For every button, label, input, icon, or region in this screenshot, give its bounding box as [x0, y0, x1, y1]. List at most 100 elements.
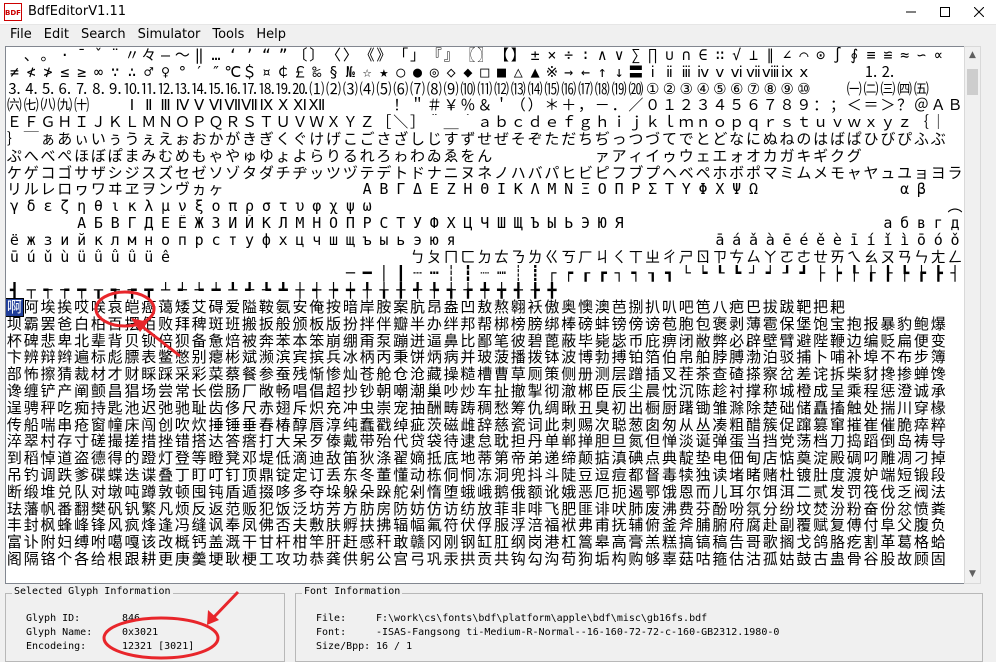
glyph-cell[interactable]: 苯: [275, 333, 292, 350]
glyph-cell[interactable]: [745, 198, 762, 215]
glyph-cell[interactable]: み: [140, 148, 157, 165]
glyph-cell[interactable]: 从: [678, 417, 695, 434]
glyph-cell[interactable]: Ⅸ: [258, 97, 275, 114]
glyph-cell[interactable]: 此: [544, 417, 561, 434]
glyph-cell[interactable]: メ: [812, 165, 829, 182]
glyph-cell[interactable]: [779, 181, 796, 198]
glyph-cell[interactable]: 措: [140, 433, 157, 450]
glyph-cell[interactable]: [812, 282, 829, 299]
glyph-cell[interactable]: [342, 181, 359, 198]
glyph-cell[interactable]: 濒: [258, 349, 275, 366]
glyph-cell[interactable]: й: [73, 232, 90, 249]
glyph-cell[interactable]: ミ: [779, 165, 796, 182]
glyph-cell[interactable]: 惭: [308, 366, 325, 383]
glyph-cell[interactable]: 矾: [107, 501, 124, 518]
glyph-cell[interactable]: ♀: [157, 64, 174, 81]
glyph-cell[interactable]: 躬: [359, 551, 376, 568]
glyph-cell[interactable]: 饵: [762, 484, 779, 501]
glyph-cell[interactable]: 感: [359, 534, 376, 551]
glyph-cell[interactable]: [846, 64, 863, 81]
glyph-cell[interactable]: 秤: [40, 400, 57, 417]
glyph-cell[interactable]: ま: [124, 148, 141, 165]
glyph-cell[interactable]: 卞: [6, 349, 23, 366]
glyph-cell[interactable]: [241, 249, 258, 266]
glyph-cell[interactable]: 傣: [325, 433, 342, 450]
glyph-cell[interactable]: ㄐ: [594, 249, 611, 266]
glyph-cell[interactable]: 磅: [577, 316, 594, 333]
glyph-cell[interactable]: 郴: [577, 383, 594, 400]
glyph-cell[interactable]: ロ: [56, 181, 73, 198]
glyph-cell[interactable]: 皋: [594, 534, 611, 551]
glyph-cell[interactable]: 搞: [678, 534, 695, 551]
glyph-cell[interactable]: あ: [56, 131, 73, 148]
glyph-cell[interactable]: 滇: [611, 450, 628, 467]
glyph-cell[interactable]: 估: [728, 551, 745, 568]
glyph-cell[interactable]: [258, 181, 275, 198]
glyph-cell[interactable]: 错: [174, 433, 191, 450]
glyph-cell[interactable]: 部: [6, 366, 23, 383]
glyph-cell[interactable]: 底: [443, 450, 460, 467]
glyph-cell[interactable]: 闭: [678, 333, 695, 350]
glyph-cell[interactable]: 短: [896, 467, 913, 484]
glyph-cell[interactable]: Б: [90, 215, 107, 232]
glyph-cell[interactable]: 鹅: [493, 484, 510, 501]
glyph-cell[interactable]: 德: [90, 450, 107, 467]
glyph-cell[interactable]: ∧: [594, 47, 611, 64]
glyph-cell[interactable]: ┼: [292, 282, 309, 299]
glyph-cell[interactable]: 充: [325, 400, 342, 417]
glyph-cell[interactable]: 埂: [208, 551, 225, 568]
glyph-cell[interactable]: ㄢ: [896, 249, 913, 266]
glyph-cell[interactable]: 殆: [376, 433, 393, 450]
glyph-cell[interactable]: Γ: [392, 181, 409, 198]
glyph-cell[interactable]: 敷: [308, 517, 325, 534]
glyph-cell[interactable]: 鼓: [795, 551, 812, 568]
glyph-cell[interactable]: 北: [73, 333, 90, 350]
glyph-cell[interactable]: 翅: [275, 400, 292, 417]
glyph-cell[interactable]: 促: [779, 417, 796, 434]
glyph-cell[interactable]: 除: [745, 400, 762, 417]
glyph-cell[interactable]: ＿: [443, 114, 460, 131]
glyph-cell[interactable]: 敌: [325, 450, 342, 467]
glyph-cell[interactable]: 蝶: [107, 467, 124, 484]
glyph-cell[interactable]: Ｙ: [342, 114, 359, 131]
glyph-cell[interactable]: [594, 232, 611, 249]
glyph-cell[interactable]: 闯: [140, 417, 157, 434]
glyph-cell[interactable]: 船: [23, 417, 40, 434]
glyph-cell[interactable]: 啡: [527, 501, 544, 518]
glyph-cell[interactable]: ā: [711, 232, 728, 249]
glyph-cell[interactable]: ≡: [863, 47, 880, 64]
glyph-cell[interactable]: 给: [90, 551, 107, 568]
glyph-cell[interactable]: 防: [392, 501, 409, 518]
glyph-cell[interactable]: ∈: [695, 47, 712, 64]
glyph-cell[interactable]: Ｆ: [23, 114, 40, 131]
glyph-cell[interactable]: 封: [23, 517, 40, 534]
glyph-cell[interactable]: [745, 215, 762, 232]
glyph-cell[interactable]: 帮: [476, 316, 493, 333]
glyph-cell[interactable]: ∠: [779, 47, 796, 64]
glyph-cell[interactable]: 兵: [325, 349, 342, 366]
glyph-cell[interactable]: ⅶ: [745, 64, 762, 81]
glyph-cell[interactable]: 挨: [56, 299, 73, 316]
glyph-cell[interactable]: 讹: [544, 484, 561, 501]
glyph-cell[interactable]: 共: [493, 551, 510, 568]
glyph-cell[interactable]: Ζ: [443, 181, 460, 198]
glyph-cell[interactable]: 猜: [56, 366, 73, 383]
glyph-cell[interactable]: Ⅷ: [241, 97, 258, 114]
glyph-cell[interactable]: 丰: [6, 517, 23, 534]
glyph-cell[interactable]: 鄙: [476, 333, 493, 350]
glyph-cell[interactable]: 辐: [392, 517, 409, 534]
glyph-cell[interactable]: 疤: [728, 299, 745, 316]
glyph-cell[interactable]: 蹦: [392, 333, 409, 350]
glyph-cell[interactable]: á: [728, 232, 745, 249]
glyph-cell[interactable]: 侧: [560, 366, 577, 383]
glyph-cell[interactable]: ｀: [460, 114, 477, 131]
glyph-cell[interactable]: ◆: [460, 64, 477, 81]
glyph-cell[interactable]: チ: [275, 165, 292, 182]
glyph-cell[interactable]: 狄: [359, 450, 376, 467]
glyph-cell[interactable]: 肺: [627, 501, 644, 518]
glyph-cell[interactable]: ㈩: [73, 97, 90, 114]
glyph-cell[interactable]: へ: [23, 148, 40, 165]
glyph-cell[interactable]: 端: [879, 467, 896, 484]
glyph-cell[interactable]: [510, 198, 527, 215]
glyph-cell[interactable]: 捕: [795, 349, 812, 366]
